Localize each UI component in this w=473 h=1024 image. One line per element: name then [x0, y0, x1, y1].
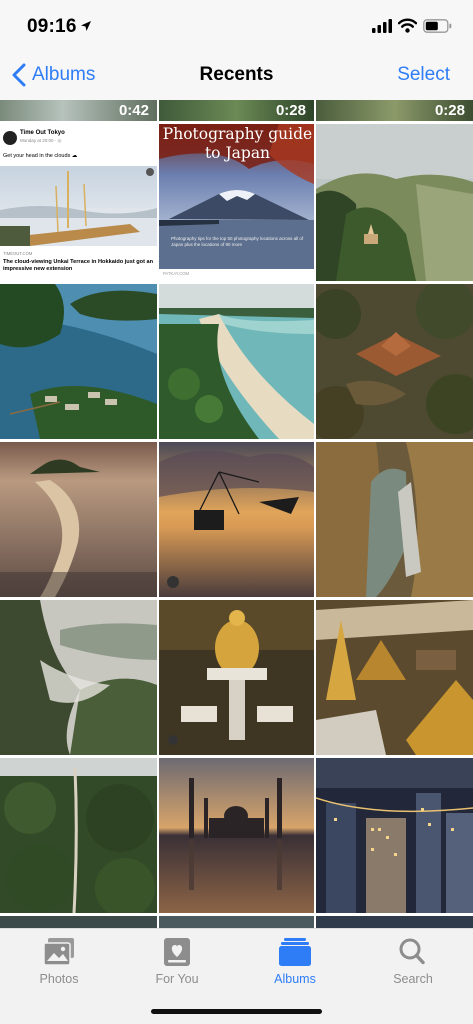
tab-label: Search [393, 972, 433, 986]
battery-icon [423, 19, 452, 33]
mountain-temple-photo [316, 124, 473, 281]
golden-temple-roofs-photo [316, 600, 473, 755]
photo-grid: 0:42 0:28 0:28 Time Out Tokyo Monday at … [0, 100, 473, 930]
post-link-preview: TIMEOUT.COM The cloud-viewing Unkai Terr… [0, 246, 157, 281]
limestone-cliffs-photo [316, 442, 473, 597]
video-duration: 0:28 [275, 102, 306, 119]
post-author: Time Out Tokyo [20, 130, 65, 136]
photo-thumbnail[interactable] [159, 442, 314, 597]
tab-search[interactable]: Search [354, 937, 472, 986]
photo-thumbnail[interactable] [0, 600, 157, 755]
for-you-icon [164, 938, 190, 966]
status-bar: 09:16 [0, 0, 473, 50]
post-text: Get your head in the clouds ☁ [3, 153, 78, 159]
post-header: Time Out Tokyo Monday at 20:00 · ◎ Get y… [0, 124, 157, 166]
tab-for-you[interactable]: For You [118, 937, 236, 986]
lagoon-villas-photo [0, 284, 157, 439]
link-headline: The cloud-viewing Unkai Terrace in Hokka… [3, 259, 154, 272]
photo-thumbnail[interactable] [316, 124, 473, 281]
cloud-terrace-image [0, 166, 157, 246]
photo-thumbnail[interactable] [159, 284, 314, 439]
link-source: TIMEOUT.COM [3, 251, 33, 256]
tab-photos[interactable]: Photos [0, 937, 118, 986]
photo-thumbnail[interactable] [0, 758, 157, 913]
navigation-bar: Albums Recents Select [0, 50, 473, 100]
fishing-net-sunset-photo [159, 442, 314, 597]
avatar [3, 131, 17, 145]
forest-road-photo [0, 758, 157, 913]
post-date: Monday at 20:00 · ◎ [20, 138, 62, 143]
photo-thumbnail[interactable] [316, 284, 473, 439]
albums-icon [279, 938, 311, 966]
tab-label: Albums [274, 972, 316, 986]
sandbar-sunset-photo [0, 442, 157, 597]
tab-label: For You [155, 972, 199, 986]
misty-valley-photo [0, 600, 157, 755]
search-icon [399, 938, 425, 965]
photo-thumbnail[interactable] [159, 600, 314, 755]
location-arrow-icon [81, 21, 91, 31]
photos-icon [43, 938, 74, 966]
video-thumbnail[interactable]: 0:42 [0, 100, 157, 121]
tab-label: Photos [39, 972, 79, 986]
select-button[interactable]: Select [397, 64, 450, 86]
guide-subtitle: Photography tips for the top 50 photogra… [171, 236, 304, 247]
video-duration: 0:28 [434, 102, 465, 119]
home-indicator[interactable] [151, 1009, 322, 1014]
mosque-reflection-photo [159, 758, 314, 913]
photo-thumbnail[interactable] [316, 758, 473, 913]
golden-buddha-photo [159, 600, 314, 755]
guide-source: PATKAY.COM [163, 271, 189, 276]
photo-thumbnail[interactable] [0, 442, 157, 597]
status-time: 09:16 [27, 16, 77, 37]
temple-ruins-photo [316, 284, 473, 439]
wifi-icon [398, 18, 417, 33]
japan-guide-screenshot[interactable]: Photography guide to Japan Photography t… [159, 124, 314, 281]
tab-albums[interactable]: Albums [236, 937, 354, 986]
video-thumbnail[interactable]: 0:28 [316, 100, 473, 121]
video-thumbnail[interactable]: 0:28 [159, 100, 314, 121]
timeout-post-screenshot[interactable]: Time Out Tokyo Monday at 20:00 · ◎ Get y… [0, 124, 157, 281]
photo-thumbnail[interactable] [316, 442, 473, 597]
cellular-signal-icon [372, 19, 392, 33]
photo-thumbnail[interactable] [0, 284, 157, 439]
city-night-photo [316, 758, 473, 913]
guide-title: Photography guide to Japan [162, 125, 313, 162]
video-duration: 0:42 [118, 102, 149, 119]
photo-thumbnail[interactable] [159, 758, 314, 913]
beach-sandbar-photo [159, 284, 314, 439]
photo-thumbnail[interactable] [316, 600, 473, 755]
